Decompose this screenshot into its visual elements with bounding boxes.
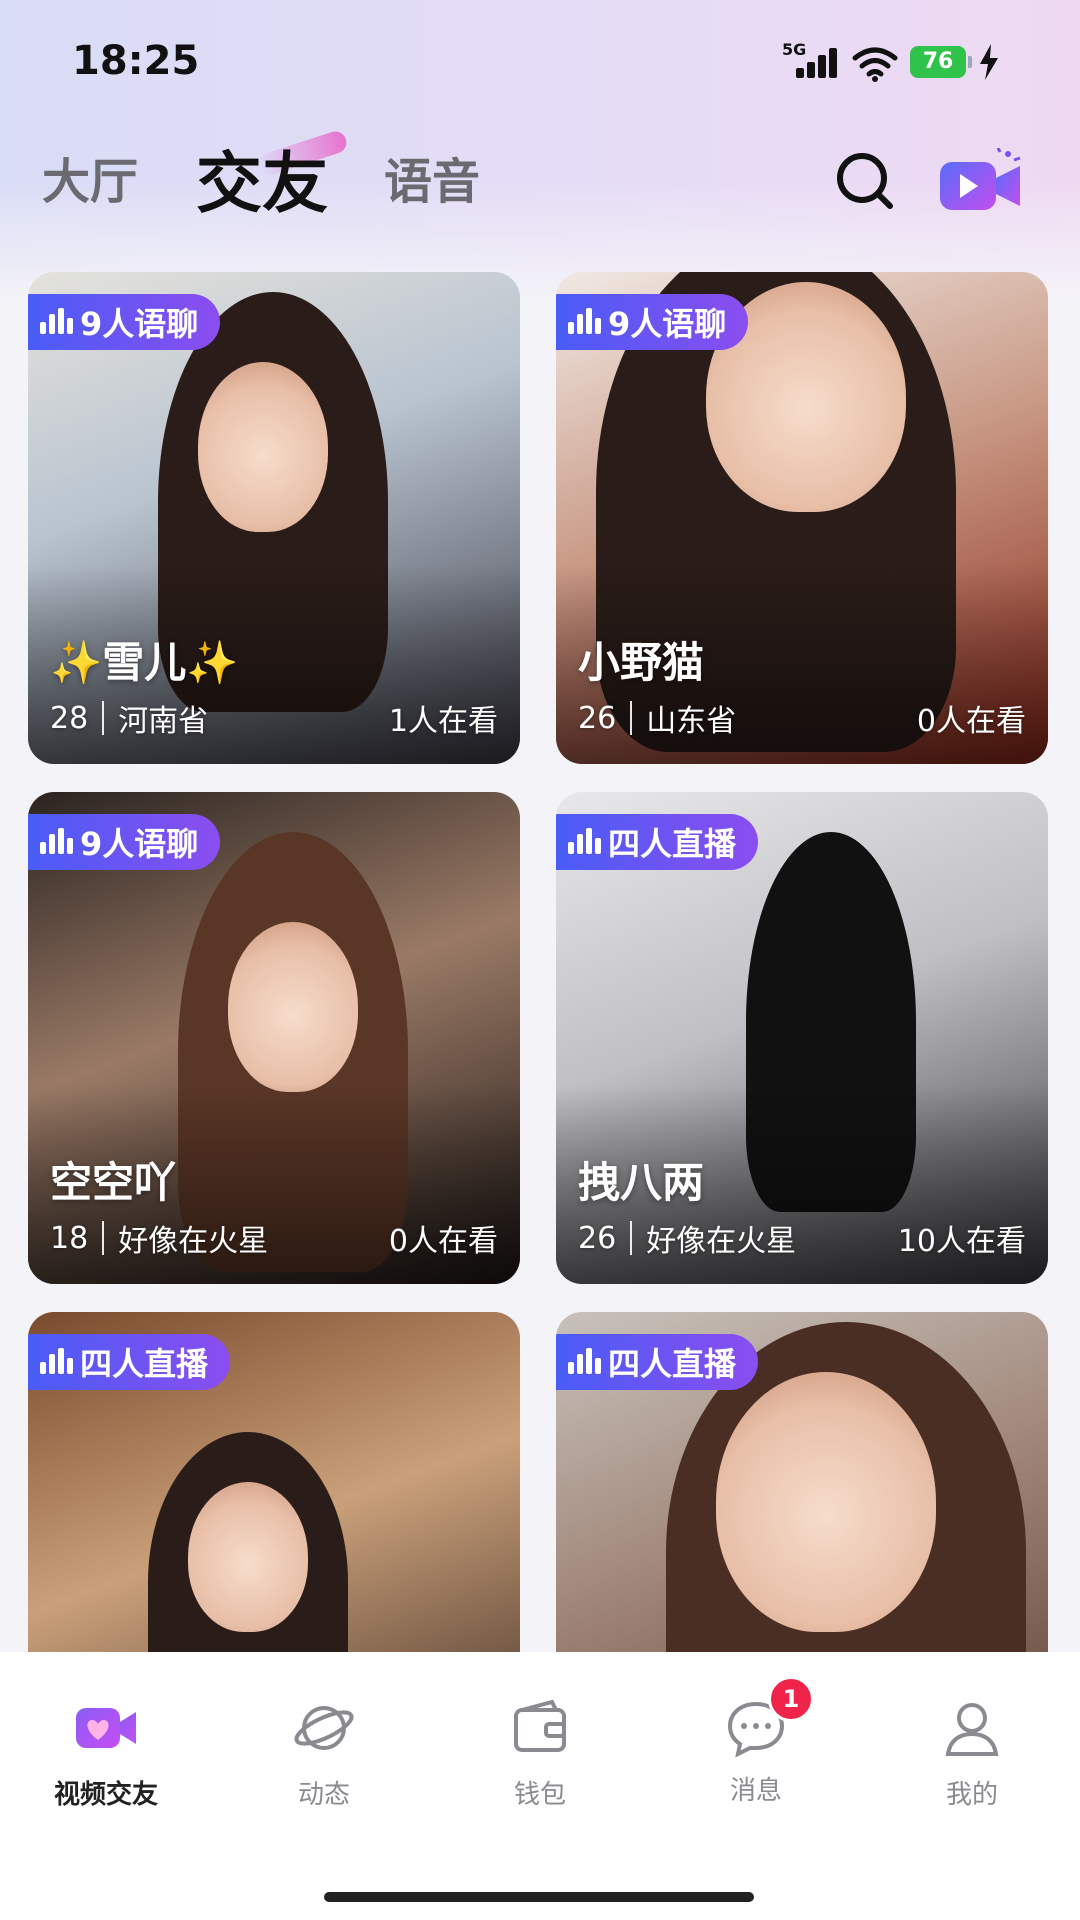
badge-label: 9人语聊	[80, 825, 199, 863]
badge-label: 四人直播	[608, 825, 737, 863]
user-location: 好像在火星	[118, 1224, 269, 1259]
user-card[interactable]: 四人直播 拽八两 26 好像在火星 10人在看	[556, 792, 1048, 1284]
cellular-signal-icon: 5G	[782, 40, 842, 80]
live-badge: 9人语聊	[28, 294, 221, 350]
video-call-icon[interactable]	[938, 148, 1024, 214]
viewer-count: 10人在看	[897, 1224, 1026, 1259]
user-card[interactable]: 9人语聊 小野猫 26 山东省 0人在看	[556, 272, 1048, 764]
user-age: 28	[50, 700, 89, 736]
audio-bars-icon	[566, 1348, 602, 1376]
user-name: ✨雪儿✨	[50, 638, 239, 687]
nav-label: 视频交友	[53, 1780, 158, 1810]
live-badge: 四人直播	[28, 1334, 231, 1390]
divider	[102, 1221, 105, 1255]
live-badge: 四人直播	[556, 814, 759, 870]
badge-label: 四人直播	[80, 1345, 209, 1383]
tab-dating[interactable]: 交友	[196, 130, 328, 226]
tab-hall[interactable]: 大厅	[42, 142, 138, 212]
user-meta: 28 河南省 1人在看	[50, 696, 498, 740]
audio-bars-icon	[38, 828, 74, 856]
audio-bars-icon	[38, 308, 74, 336]
user-meta: 26 好像在火星 10人在看	[578, 1216, 1026, 1260]
user-meta: 18 好像在火星 0人在看	[50, 1216, 498, 1260]
user-age: 18	[50, 1220, 89, 1256]
nav-video-dating[interactable]: 视频交友	[36, 1696, 176, 1811]
viewer-count: 0人在看	[388, 1224, 498, 1259]
nav-moments[interactable]: 动态	[254, 1696, 394, 1811]
badge-label: 四人直播	[608, 1345, 737, 1383]
wallet-icon	[514, 1699, 566, 1752]
divider	[630, 701, 633, 735]
user-age: 26	[578, 700, 617, 736]
person-icon	[945, 1703, 999, 1756]
video-heart-icon	[76, 1708, 136, 1748]
user-location: 好像在火星	[646, 1224, 797, 1259]
user-name: 拽八两	[578, 1158, 705, 1207]
live-badge: 9人语聊	[556, 294, 749, 350]
status-time: 18:25	[72, 38, 200, 84]
home-indicator[interactable]	[324, 1892, 754, 1902]
user-name: 小野猫	[578, 638, 705, 687]
live-badge: 四人直播	[556, 1334, 759, 1390]
unread-badge: 1	[768, 1676, 814, 1722]
planet-icon	[294, 1706, 354, 1750]
nav-label: 消息	[729, 1776, 782, 1806]
user-location: 山东省	[646, 704, 737, 739]
bottom-navigation: 视频交友 动态 钱包 1 消息 我的	[0, 1652, 1080, 1920]
user-card[interactable]: 9人语聊 ✨雪儿✨ 28 河南省 1人在看	[28, 272, 520, 764]
divider	[630, 1221, 633, 1255]
user-card[interactable]: 9人语聊 空空吖 18 好像在火星 0人在看	[28, 792, 520, 1284]
audio-bars-icon	[566, 828, 602, 856]
nav-wallet[interactable]: 钱包	[470, 1696, 610, 1811]
live-badge: 9人语聊	[28, 814, 221, 870]
tab-voice[interactable]: 语音	[384, 142, 480, 212]
user-location: 河南省	[118, 704, 209, 739]
user-name: 空空吖	[50, 1158, 177, 1207]
nav-profile[interactable]: 我的	[902, 1696, 1042, 1811]
viewer-count: 1人在看	[388, 704, 498, 739]
nav-label: 动态	[297, 1780, 350, 1810]
badge-label: 9人语聊	[608, 305, 727, 343]
chat-bubble-icon: 1	[724, 1676, 814, 1760]
viewer-count: 0人在看	[916, 704, 1026, 739]
wifi-icon	[852, 47, 898, 82]
divider	[102, 701, 105, 735]
user-age: 26	[578, 1220, 617, 1256]
badge-label: 9人语聊	[80, 305, 199, 343]
charging-icon	[980, 44, 998, 80]
search-icon[interactable]	[832, 148, 896, 212]
top-tabs: 大厅 交友 语音	[0, 120, 1080, 230]
audio-bars-icon	[566, 308, 602, 336]
battery-indicator: 76	[910, 46, 972, 78]
nav-label: 钱包	[513, 1780, 566, 1810]
audio-bars-icon	[38, 1348, 74, 1376]
nav-messages[interactable]: 1 消息	[686, 1676, 826, 1807]
user-meta: 26 山东省 0人在看	[578, 696, 1026, 740]
nav-label: 我的	[945, 1780, 998, 1810]
status-bar: 18:25 5G 76	[0, 0, 1080, 120]
